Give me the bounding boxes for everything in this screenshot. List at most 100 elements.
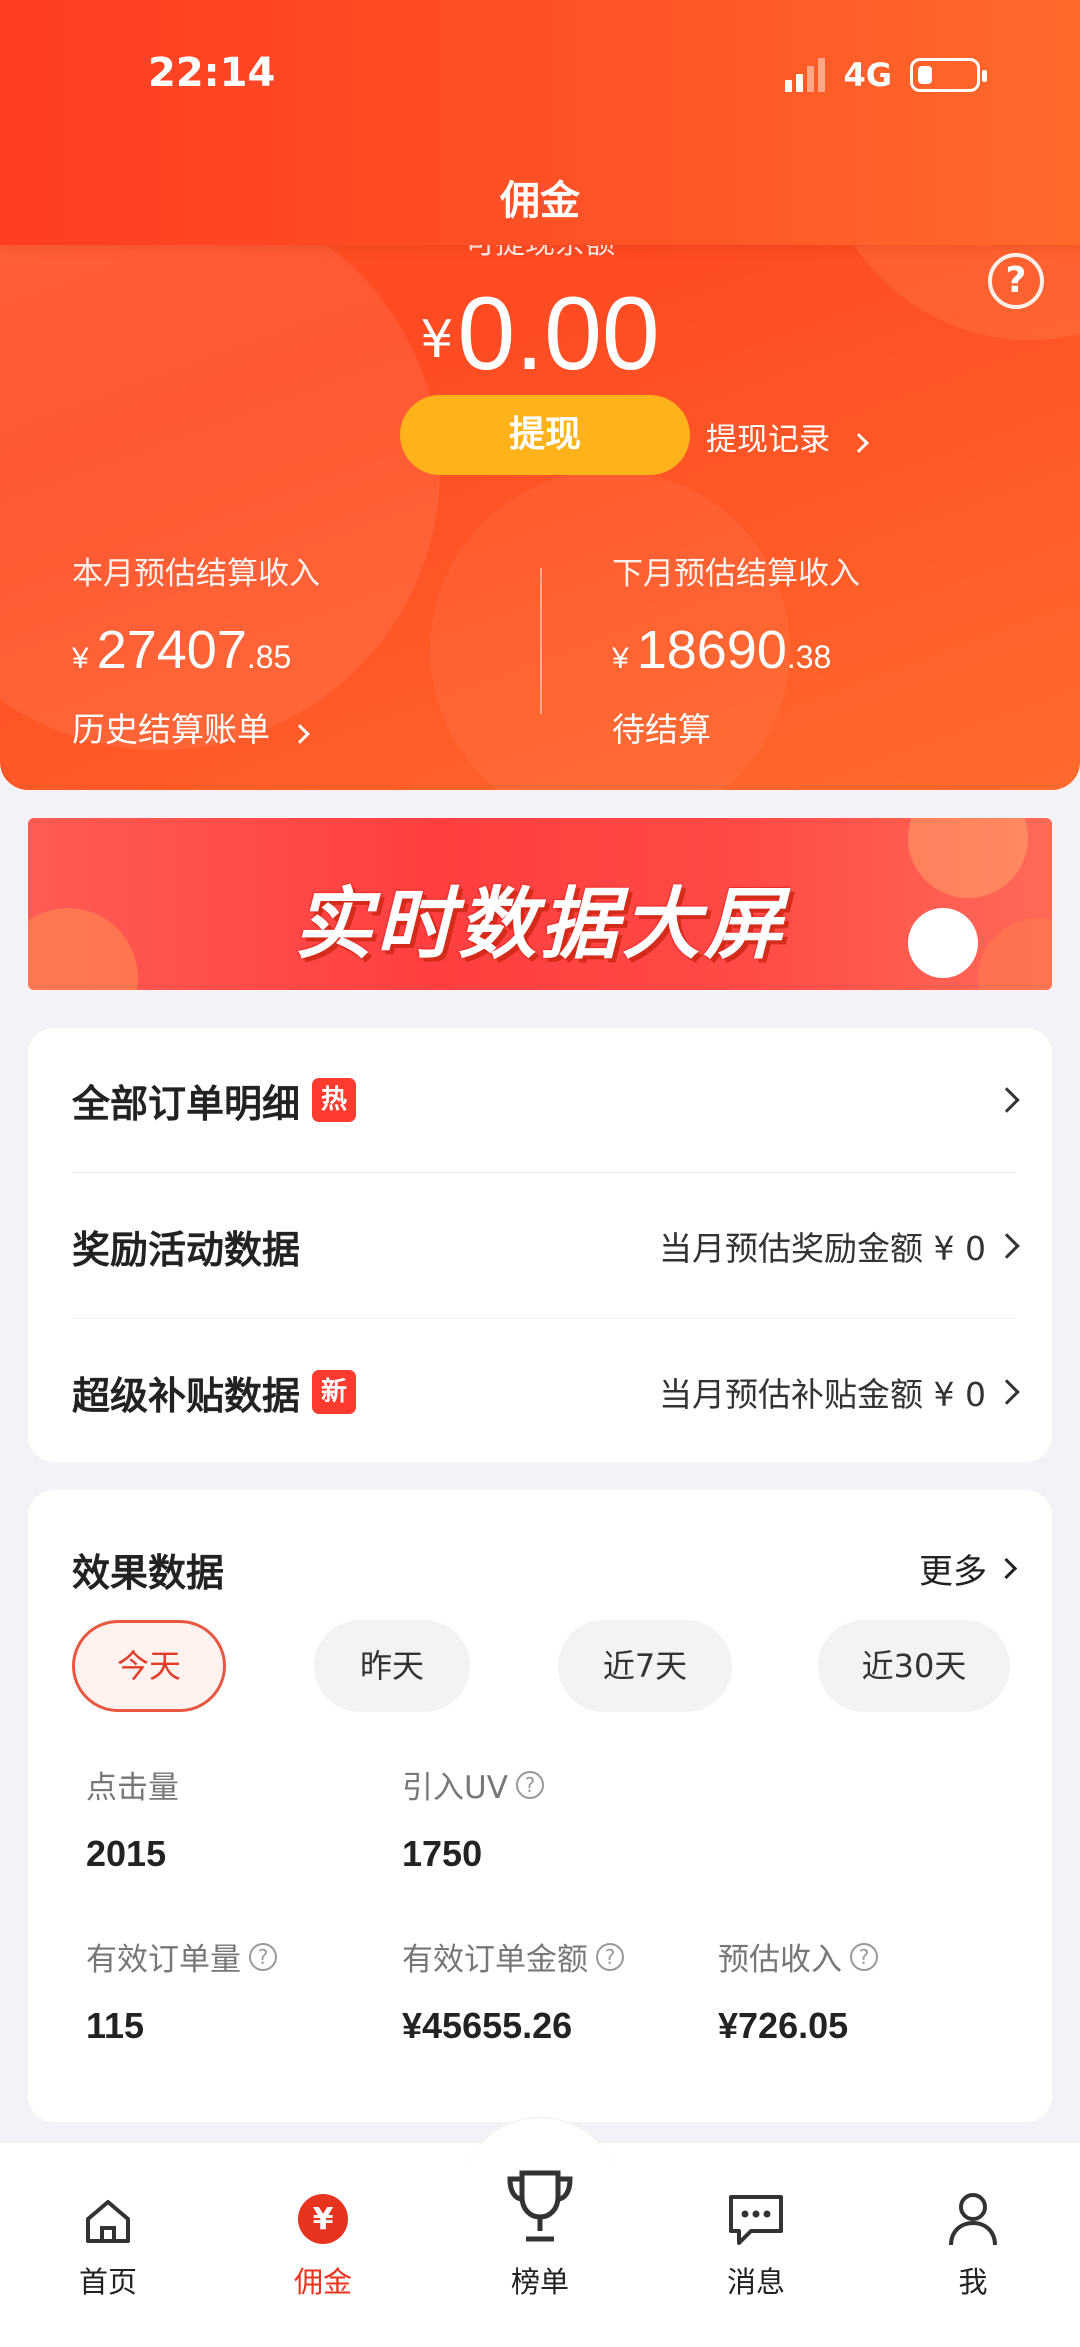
amount-decimal: .38: [786, 639, 832, 675]
data-menu-card: 全部订单明细 热 奖励活动数据 当月预估奖励金额 ¥ 0 超级补贴数据 新 当月…: [28, 1028, 1052, 1462]
page-title: 佣金: [500, 178, 580, 224]
amount-integer: 18690: [636, 620, 787, 680]
trophy-icon: [470, 2161, 610, 2247]
metric-label: 引入UV?: [402, 1762, 544, 1807]
chevron-right-icon: [994, 1087, 1020, 1113]
chevron-right-icon: [289, 724, 310, 744]
metric-clicks: 点击量 2015: [86, 1762, 179, 1875]
tab-label: 首页: [78, 2265, 137, 2299]
this-month-settlement: 本月预估结算收入 ¥27407.85 历史结算账单: [72, 548, 320, 751]
history-bill-label: 历史结算账单: [72, 710, 270, 749]
this-month-label: 本月预估结算收入: [72, 556, 320, 592]
tab-home[interactable]: 首页: [38, 2183, 178, 2301]
subsidy-amount-summary: 当月预估补贴金额 ¥ 0: [659, 1375, 986, 1414]
metric-label: 有效订单金额?: [402, 1934, 624, 1979]
next-month-settlement: 下月预估结算收入 ¥18690.38 待结算: [612, 548, 860, 751]
currency-symbol: ¥: [420, 310, 454, 370]
divider: [72, 1318, 1016, 1319]
signal-icon: [785, 58, 826, 92]
menu-item-label: 奖励活动数据: [72, 1227, 301, 1272]
bottom-tab-bar: 首页 ¥ 佣金 榜单 消息 我: [0, 2117, 1080, 2347]
pending-settlement-status: 待结算: [612, 710, 711, 749]
menu-item-label: 全部订单明细: [72, 1081, 301, 1126]
tab-messages[interactable]: 消息: [686, 2183, 826, 2301]
metric-label-text: 点击量: [86, 1770, 179, 1806]
metric-uv: 引入UV? 1750: [402, 1762, 544, 1875]
banner-title: 实时数据大屏: [293, 880, 786, 970]
help-icon[interactable]: ?: [596, 1942, 624, 1971]
more-link[interactable]: 更多: [919, 1544, 1018, 1593]
network-type: 4G: [843, 56, 892, 94]
new-badge: 新: [312, 1370, 357, 1414]
more-label: 更多: [919, 1552, 987, 1592]
balance-value: 0.00: [457, 276, 660, 392]
range-tab-7days[interactable]: 近7天: [558, 1620, 732, 1712]
metric-label-text: 有效订单量: [86, 1942, 241, 1978]
amount-integer: 27407: [96, 620, 247, 680]
help-icon[interactable]: ?: [988, 253, 1044, 309]
menu-item-label: 超级补贴数据: [72, 1373, 301, 1418]
status-indicators: 4G: [785, 56, 987, 94]
history-bill-link[interactable]: 历史结算账单: [72, 703, 320, 751]
home-icon: [38, 2183, 178, 2247]
battery-icon: [910, 58, 987, 92]
menu-item-right: 当月预估补贴金额 ¥ 0: [659, 1368, 1020, 1416]
withdraw-record-link[interactable]: 提现记录: [706, 414, 869, 459]
range-tab-today[interactable]: 今天: [72, 1620, 226, 1712]
metric-label-text: 有效订单金额: [402, 1942, 588, 1978]
metric-value: ¥726.05: [718, 2005, 849, 2046]
range-tab-30days[interactable]: 近30天: [818, 1620, 1010, 1712]
tab-label: 佣金: [293, 2265, 352, 2299]
next-month-label: 下月预估结算收入: [612, 556, 860, 592]
metric-label: 有效订单量?: [86, 1934, 277, 1979]
help-icon[interactable]: ?: [850, 1942, 878, 1971]
amount-decimal: .85: [246, 639, 292, 675]
metric-value: ¥45655.26: [402, 2005, 573, 2046]
yuan-icon: ¥: [253, 2183, 393, 2247]
metric-valid-order-amount: 有效订单金额? ¥45655.26: [402, 1934, 624, 2047]
next-month-amount: ¥18690.38: [612, 619, 860, 681]
metric-estimated-income: 预估收入? ¥726.05: [718, 1934, 878, 2047]
metric-value: 115: [86, 2005, 145, 2046]
metric-value: 2015: [86, 1833, 167, 1874]
chevron-right-icon: [994, 1233, 1020, 1259]
metric-label: 预估收入?: [718, 1934, 878, 1979]
svg-text:¥: ¥: [313, 2202, 334, 2237]
withdraw-button[interactable]: 提现: [400, 395, 690, 475]
commission-page: 可提现余额 22:14 4G 佣金 ? ¥0.00 提现 提现记录 本月预估结算…: [0, 0, 1080, 2347]
metric-value: 1750: [402, 1833, 483, 1874]
range-tab-yesterday[interactable]: 昨天: [314, 1620, 470, 1712]
this-month-amount: ¥27407.85: [72, 619, 320, 681]
effect-data-card: 效果数据 更多 今天 昨天 近7天 近30天 点击量 2015 引入UV? 17…: [28, 1490, 1052, 2122]
menu-item-all-orders[interactable]: 全部订单明细 热: [72, 1070, 1020, 1130]
currency-symbol: ¥: [72, 642, 89, 675]
tab-label: 榜单: [510, 2265, 569, 2299]
metric-label-text: 引入UV: [402, 1770, 508, 1806]
chevron-right-icon: [995, 1557, 1018, 1580]
help-icon[interactable]: ?: [249, 1942, 277, 1971]
tab-commission[interactable]: ¥ 佣金: [253, 2183, 393, 2301]
realtime-dashboard-banner[interactable]: 实时数据大屏: [28, 818, 1052, 990]
help-icon[interactable]: ?: [515, 1770, 544, 1799]
tab-me[interactable]: 我: [903, 2183, 1043, 2301]
status-time: 22:14: [148, 50, 276, 96]
menu-item-right: 当月预估奖励金额 ¥ 0: [659, 1222, 1020, 1270]
withdraw-record-label: 提现记录: [706, 422, 830, 458]
chevron-right-icon: [848, 433, 869, 453]
reward-amount-summary: 当月预估奖励金额 ¥ 0: [659, 1229, 986, 1268]
menu-item-reward-data[interactable]: 奖励活动数据 当月预估奖励金额 ¥ 0: [72, 1216, 1020, 1276]
tab-label: 消息: [726, 2265, 785, 2299]
hot-badge: 热: [312, 1078, 357, 1122]
tab-label: 我: [958, 2265, 988, 2299]
balance-amount: ¥0.00: [0, 275, 1080, 394]
divider: [540, 568, 542, 714]
metric-valid-orders: 有效订单量? 115: [86, 1934, 277, 2047]
tab-ranking[interactable]: 榜单: [470, 2161, 610, 2301]
navigation-bar: 22:14 4G 佣金: [0, 0, 1080, 245]
metric-label-text: 预估收入: [718, 1942, 842, 1978]
person-icon: [903, 2183, 1043, 2247]
menu-item-subsidy-data[interactable]: 超级补贴数据 新 当月预估补贴金额 ¥ 0: [72, 1362, 1020, 1422]
divider: [72, 1172, 1016, 1173]
menu-item-right: [986, 1087, 1020, 1113]
message-icon: [686, 2183, 826, 2247]
